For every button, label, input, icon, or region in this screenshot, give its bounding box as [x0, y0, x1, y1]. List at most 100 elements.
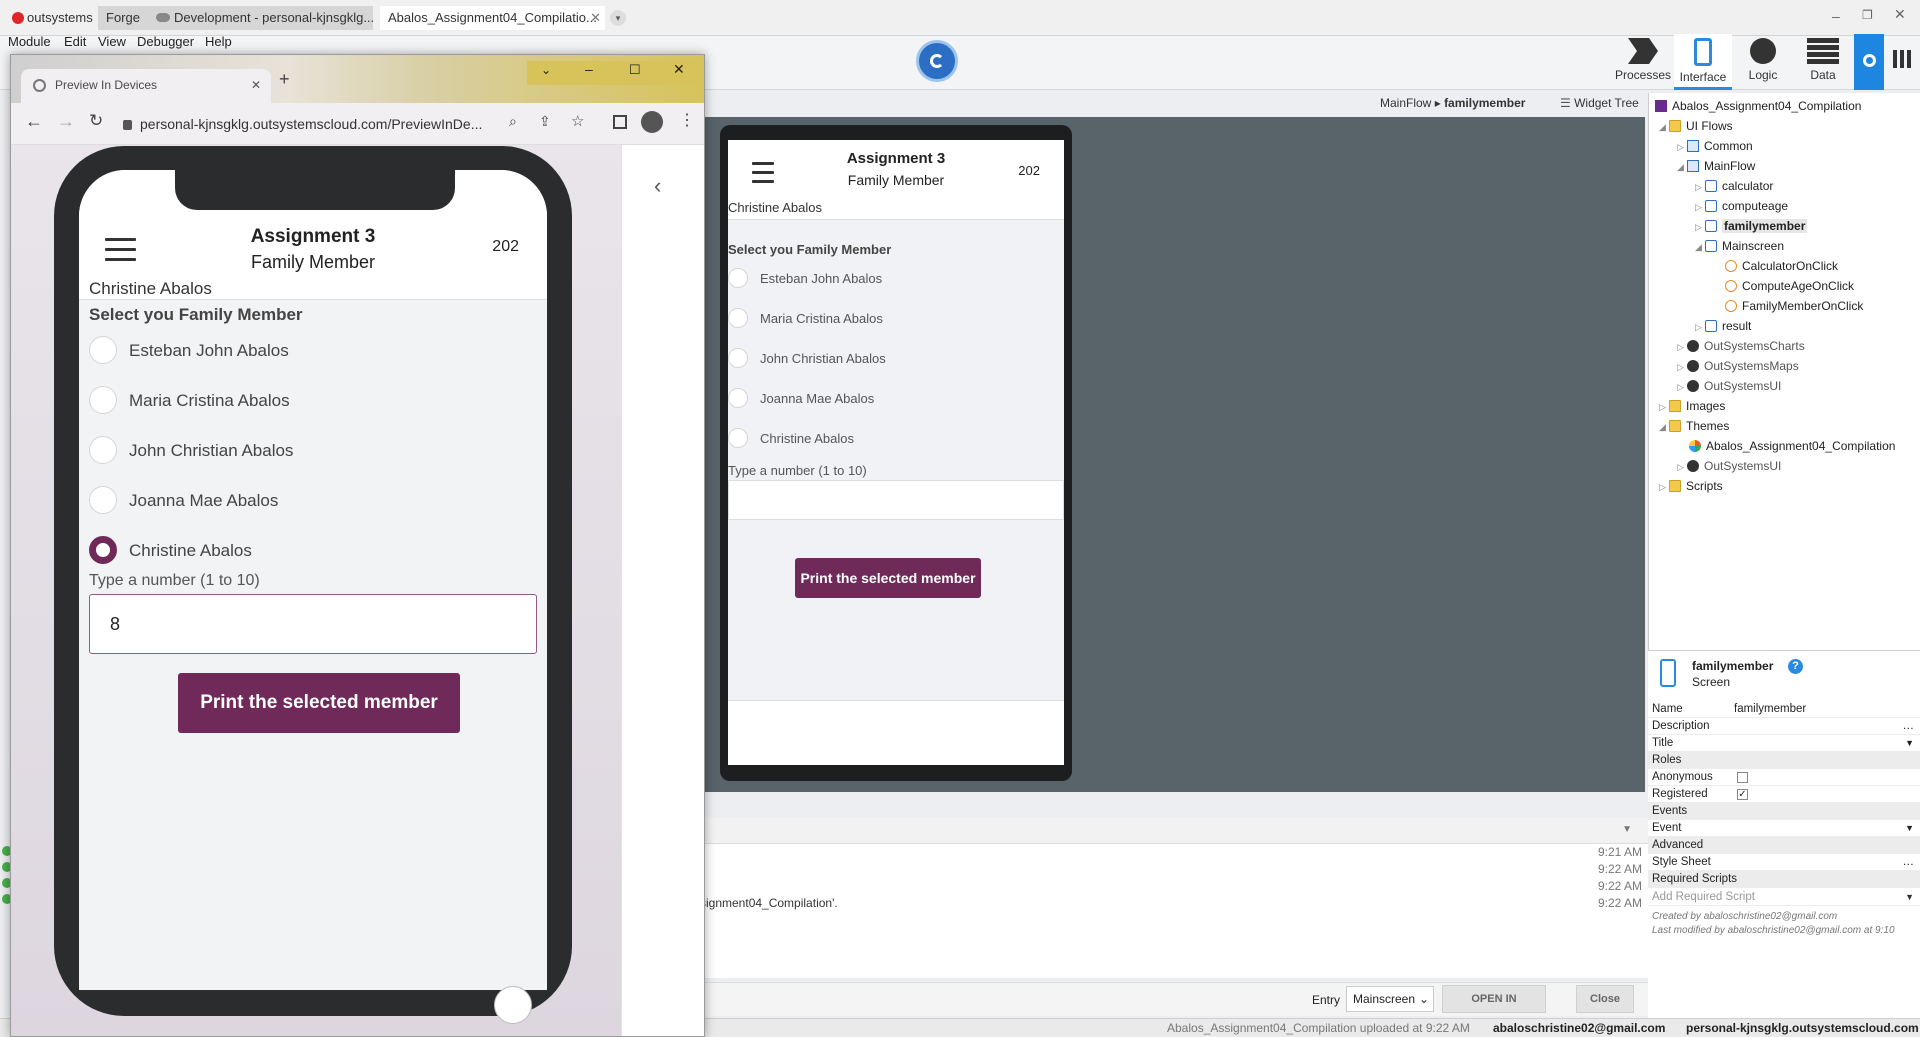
toolbar-logic[interactable]: Logic: [1734, 34, 1792, 90]
prop-registered[interactable]: Registered ✓: [1648, 786, 1920, 803]
tree-item-ui-flows[interactable]: ◢ UI Flows: [1659, 117, 1733, 135]
number-input[interactable]: 8: [89, 594, 537, 654]
radio-option[interactable]: Christine Abalos: [89, 536, 529, 568]
canvas-screen[interactable]: Assignment 3 Family Member 202 Christine…: [728, 140, 1064, 765]
close-icon[interactable]: ✕: [590, 6, 601, 30]
bookmark-star-icon[interactable]: ☆: [571, 112, 584, 130]
dropdown-icon[interactable]: ▼: [1905, 889, 1914, 906]
print-selected-button[interactable]: Print the selected member: [178, 673, 460, 733]
share-icon[interactable]: ⇪: [539, 113, 551, 130]
minimize-icon[interactable]: –: [1832, 8, 1840, 24]
prop-stylesheet[interactable]: Style Sheet…: [1648, 854, 1920, 871]
home-button[interactable]: [494, 986, 532, 1024]
radio-button[interactable]: [728, 308, 748, 328]
tree-item-theme[interactable]: Abalos_Assignment04_Compilation: [1689, 437, 1895, 455]
menu-debugger[interactable]: Debugger: [137, 34, 194, 49]
prop-anonymous[interactable]: Anonymous: [1648, 769, 1920, 786]
tree-item-mainscreen[interactable]: ◢ Mainscreen: [1695, 237, 1784, 255]
tree-item-dependency[interactable]: ▷ OutSystemsMaps: [1677, 357, 1799, 375]
chevron-left-icon[interactable]: ‹: [654, 173, 661, 199]
tab-forge[interactable]: Forge: [98, 6, 148, 30]
tree-item-common[interactable]: ▷ Common: [1677, 137, 1753, 155]
prop-title[interactable]: Title ▼: [1648, 735, 1920, 752]
breadcrumb-flow[interactable]: MainFlow: [1380, 96, 1431, 110]
chevron-down-icon[interactable]: ▾: [610, 10, 626, 26]
canvas-print-button[interactable]: Print the selected member: [795, 558, 981, 598]
canvas-radio-option[interactable]: Christine Abalos: [728, 428, 1058, 450]
close-icon[interactable]: ✕: [251, 69, 261, 101]
close-icon[interactable]: ✕: [673, 61, 685, 78]
toolbar-data[interactable]: Data: [1794, 34, 1852, 90]
tree-item-familymember[interactable]: ▷ familymember: [1695, 217, 1808, 235]
side-panel-icon[interactable]: [613, 115, 627, 129]
tree-item-action[interactable]: FamilyMemberOnClick: [1725, 297, 1863, 315]
dropdown-icon[interactable]: ▼: [1905, 735, 1914, 752]
radio-button[interactable]: [89, 436, 117, 464]
tree-item-mainflow[interactable]: ◢ MainFlow: [1677, 157, 1755, 175]
tree-item-scripts[interactable]: ▷ Scripts: [1659, 477, 1723, 495]
log-row[interactable]: 9:22 AM: [700, 862, 1648, 879]
radio-button[interactable]: [728, 348, 748, 368]
restore-icon[interactable]: ❐: [1862, 8, 1873, 22]
radio-option[interactable]: John Christian Abalos: [89, 436, 529, 468]
radio-button[interactable]: [89, 536, 117, 564]
browser-tab[interactable]: Preview In Devices ✕: [21, 69, 271, 103]
close-button[interactable]: Close: [1576, 985, 1634, 1013]
minimize-icon[interactable]: –: [585, 61, 593, 77]
tree-item-action[interactable]: CalculatorOnClick: [1725, 257, 1838, 275]
apps-grid-icon[interactable]: [1893, 50, 1911, 68]
tree-item-module[interactable]: Abalos_Assignment04_Compilation: [1655, 97, 1861, 115]
canvas-radio-option[interactable]: John Christian Abalos: [728, 348, 1058, 370]
radio-option[interactable]: Maria Cristina Abalos: [89, 386, 529, 418]
menu-help[interactable]: Help: [205, 34, 232, 49]
tree-item-computeage[interactable]: ▷ computeage: [1695, 197, 1788, 215]
avatar[interactable]: [641, 111, 663, 133]
maximize-icon[interactable]: ☐: [629, 62, 641, 78]
tree-item-images[interactable]: ▷ Images: [1659, 397, 1725, 415]
radio-option[interactable]: Joanna Mae Abalos: [89, 486, 529, 518]
prop-description[interactable]: Description…: [1648, 718, 1920, 735]
tree-item-result[interactable]: ▷ result: [1695, 317, 1751, 335]
radio-button[interactable]: [89, 386, 117, 414]
tree-item-calculator[interactable]: ▷ calculator: [1695, 177, 1773, 195]
tab-module[interactable]: Abalos_Assignment04_Compilatio... ✕: [380, 6, 605, 30]
search-button[interactable]: [1854, 34, 1884, 90]
dropdown-icon[interactable]: ▼: [1905, 820, 1914, 837]
canvas-radio-option[interactable]: Esteban John Abalos: [728, 268, 1058, 290]
anonymous-checkbox[interactable]: [1737, 772, 1748, 783]
add-required-script[interactable]: Add Required Script ▼: [1648, 889, 1920, 906]
chevron-down-icon[interactable]: ▼: [1622, 824, 1632, 835]
tree-item-theme[interactable]: ▷ OutSystemsUI: [1677, 457, 1781, 475]
reload-icon[interactable]: ↻: [89, 111, 103, 131]
more-menu-icon[interactable]: ⋮: [679, 110, 695, 130]
canvas-number-input[interactable]: [728, 480, 1064, 520]
menu-view[interactable]: View: [98, 34, 126, 49]
menu-module[interactable]: Module: [8, 34, 51, 49]
new-tab-icon[interactable]: +: [279, 69, 290, 90]
canvas-header[interactable]: Assignment 3 Family Member 202 Christine…: [728, 140, 1064, 220]
toolbar-interface[interactable]: Interface: [1674, 34, 1732, 90]
tree-item-dependency[interactable]: ▷ OutSystemsCharts: [1677, 337, 1805, 355]
log-row[interactable]: signment04_Compilation'. 9:22 AM: [700, 896, 1648, 913]
close-icon[interactable]: ✕: [1894, 6, 1906, 23]
ellipsis-icon[interactable]: …: [1903, 854, 1915, 871]
prop-name[interactable]: Name familymember: [1648, 701, 1920, 718]
registered-checkbox[interactable]: ✓: [1737, 789, 1748, 800]
canvas-radio-option[interactable]: Joanna Mae Abalos: [728, 388, 1058, 410]
chevron-down-icon[interactable]: ⌄: [541, 63, 551, 77]
entry-select[interactable]: Mainscreen ⌄: [1346, 986, 1434, 1012]
radio-button[interactable]: [728, 428, 748, 448]
canvas-radio-option[interactable]: Maria Cristina Abalos: [728, 308, 1058, 330]
radio-button[interactable]: [728, 268, 748, 288]
widget-tree-button[interactable]: ☰ Widget Tree: [1560, 96, 1639, 110]
tree-item-dependency[interactable]: ▷ OutSystemsUI: [1677, 377, 1781, 395]
open-in-browser-button[interactable]: OPEN IN BROWSER: [1442, 985, 1546, 1031]
ellipsis-icon[interactable]: …: [1903, 718, 1915, 735]
back-icon[interactable]: ←: [25, 111, 43, 132]
forward-icon[interactable]: →: [57, 111, 75, 132]
tree-item-themes[interactable]: ◢ Themes: [1659, 417, 1729, 435]
tree-item-action[interactable]: ComputeAgeOnClick: [1725, 277, 1854, 295]
toolbar-processes[interactable]: Processes: [1614, 34, 1672, 90]
tab-development[interactable]: Development - personal-kjnsgklg...: [148, 6, 373, 30]
publish-button[interactable]: [916, 40, 958, 82]
